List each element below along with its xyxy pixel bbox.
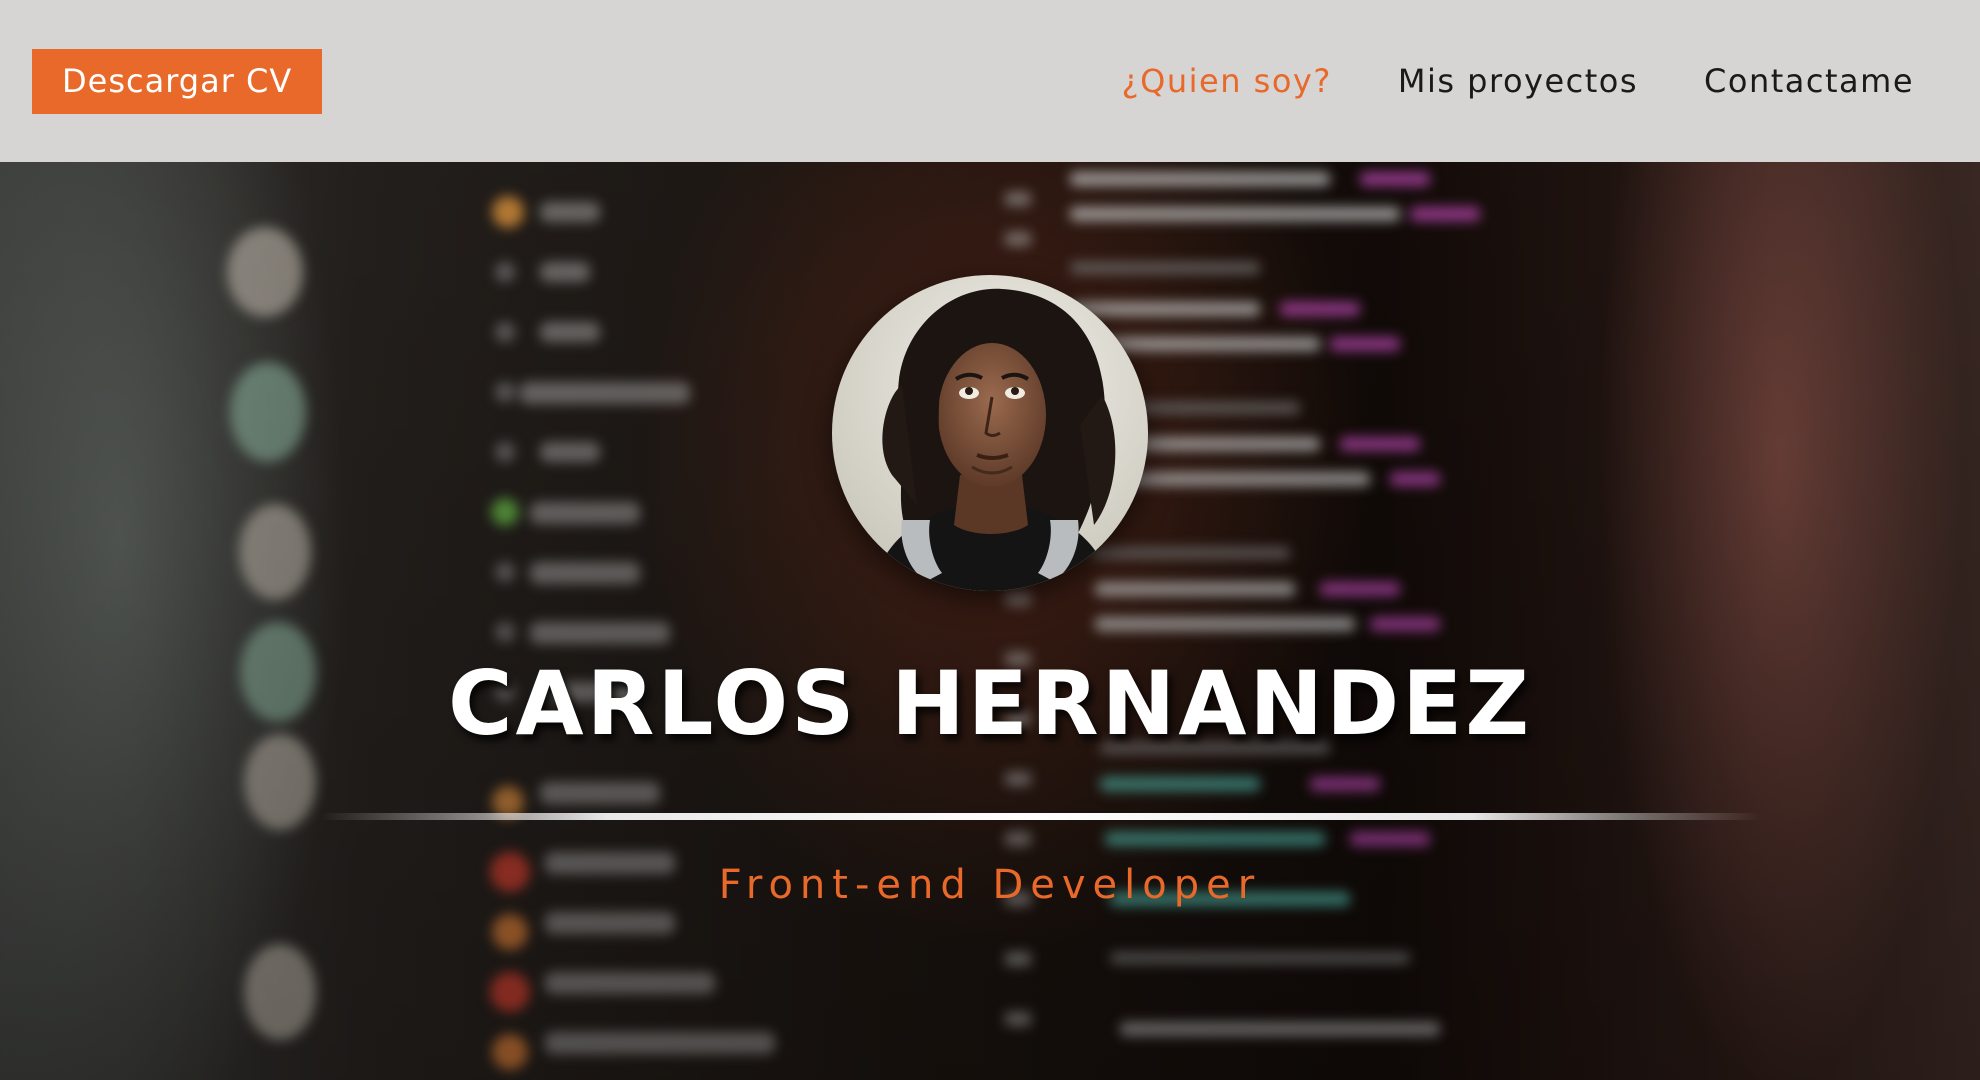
- main-nav: ¿Quien soy? Mis proyectos Contactame: [1056, 62, 1914, 100]
- person-name-heading: CARLOS HERNANDEZ: [447, 652, 1533, 755]
- profile-photo-icon: [832, 275, 1148, 591]
- nav-link-mis-proyectos[interactable]: Mis proyectos: [1398, 62, 1638, 100]
- nav-link-quien-soy[interactable]: ¿Quien soy?: [1122, 62, 1332, 100]
- download-cv-button[interactable]: Descargar CV: [32, 48, 323, 114]
- job-title: Front-end Developer: [718, 862, 1262, 908]
- profile-avatar: [832, 275, 1148, 591]
- nav-link-contactame[interactable]: Contactame: [1704, 62, 1914, 100]
- hero-divider: [320, 813, 1760, 820]
- top-navbar: Descargar CV ¿Quien soy? Mis proyectos C…: [0, 0, 1980, 162]
- hero-section: CARLOS HERNANDEZ Front-end Developer: [0, 162, 1980, 1080]
